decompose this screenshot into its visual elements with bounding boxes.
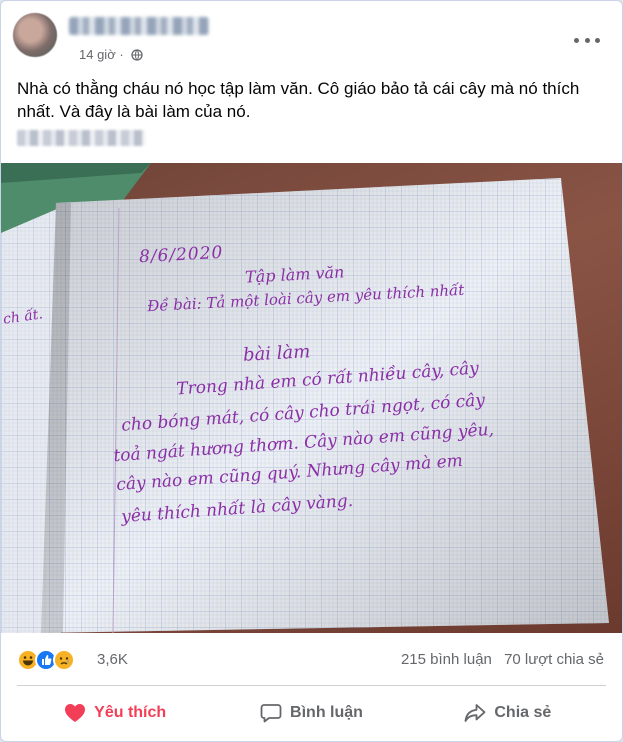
post-stats: 3,6K 215 bình luận 70 lượt chia sẻ	[17, 645, 606, 675]
comment-count[interactable]: 215 bình luận	[401, 651, 492, 668]
prompt: Đề bài: Tả một loài cây em yêu thích nhấ…	[146, 280, 465, 316]
margin-fragment: ch ất.	[2, 306, 44, 328]
globe-icon	[131, 49, 143, 64]
share-label: Chia sẻ	[494, 704, 552, 721]
comment-icon	[260, 704, 282, 723]
like-button[interactable]: Yêu thích	[17, 691, 213, 735]
more-options-icon[interactable]	[574, 33, 600, 47]
share-count[interactable]: 70 lượt chia sẻ	[504, 651, 604, 668]
post-card: 14 giờ · Nhà có thằng cháu nó học tập là…	[0, 0, 623, 742]
heart-icon	[65, 704, 86, 722]
essay-line: yêu thích nhất là cây vàng.	[120, 490, 354, 528]
tagged-blurred	[17, 130, 145, 146]
avatar-ring	[13, 13, 57, 57]
date: 8/6/2020	[138, 242, 224, 268]
sad-icon	[53, 649, 75, 671]
post-text: Nhà có thằng cháu nó học tập làm văn. Cô…	[17, 79, 580, 121]
post-photo[interactable]: ch ất. 8/6/2020 Tập làm văn Đề bài: Tả m…	[1, 163, 622, 633]
reaction-count[interactable]: 3,6K	[97, 651, 128, 668]
share-button[interactable]: Chia sẻ	[410, 691, 606, 735]
post-header: 14 giờ ·	[13, 13, 610, 62]
like-label: Yêu thích	[94, 704, 167, 721]
engagement-counts: 215 bình luận 70 lượt chia sẻ	[393, 651, 604, 668]
post-time[interactable]: 14 giờ	[79, 47, 116, 62]
title: Tập làm văn	[244, 262, 345, 287]
share-icon	[464, 704, 486, 722]
comment-label: Bình luận	[290, 704, 363, 721]
comment-button[interactable]: Bình luận	[213, 691, 409, 735]
post-meta: 14 giờ ·	[79, 47, 143, 64]
handwritten-text: ch ất. 8/6/2020 Tập làm văn Đề bài: Tả m…	[1, 163, 622, 633]
divider	[17, 685, 606, 686]
author-name-blurred[interactable]	[69, 17, 209, 35]
essay-heading: bài làm	[242, 341, 311, 366]
action-bar: Yêu thích Bình luận Chia sẻ	[17, 691, 606, 735]
